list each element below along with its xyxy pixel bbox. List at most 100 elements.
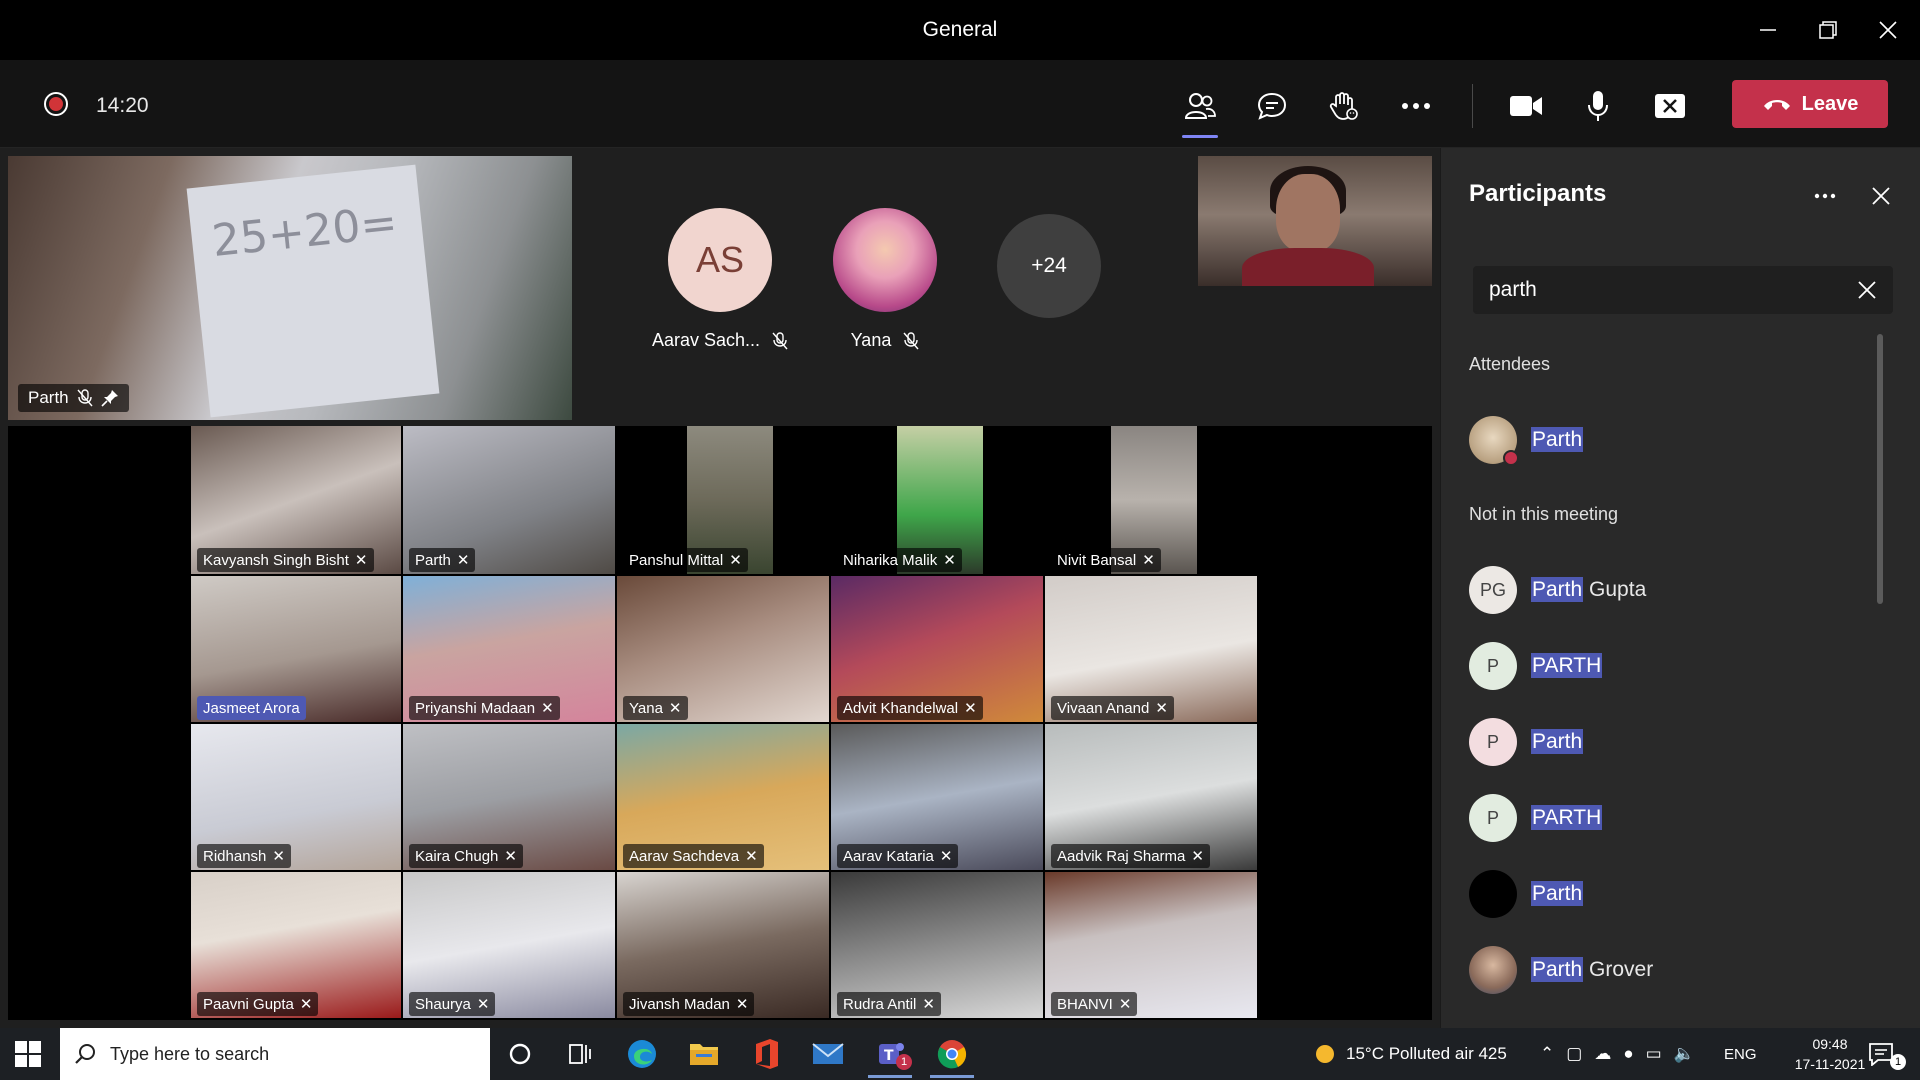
panel-more-button[interactable]: [1805, 176, 1845, 216]
taskbar-search-placeholder: Type here to search: [110, 1043, 270, 1064]
avatar-yana[interactable]: Yana: [810, 208, 960, 351]
tile-name-chip: Nivit Bansal ✕: [1051, 548, 1161, 572]
cortana-button[interactable]: [494, 1034, 546, 1074]
start-button[interactable]: [14, 1040, 42, 1068]
camera-button[interactable]: [1502, 82, 1550, 130]
tile-name-chip: Aarav Sachdeva ✕: [623, 844, 764, 868]
gallery-tile[interactable]: Kavyansh Singh Bisht ✕: [191, 426, 401, 574]
meeting-stage: 25+20= Parth AS Aarav Sach... Yana +24 K: [0, 148, 1440, 1028]
minimize-button[interactable]: [1748, 10, 1788, 50]
cloud-icon[interactable]: ☁: [1594, 1044, 1611, 1064]
folder-icon: [690, 1044, 718, 1065]
participant-search[interactable]: [1473, 266, 1893, 314]
participant-row[interactable]: P PARTH: [1469, 790, 1869, 846]
participant-search-input[interactable]: [1473, 266, 1833, 314]
self-view-video[interactable]: [1198, 156, 1432, 286]
muted-mic-icon: [903, 331, 919, 349]
leave-button[interactable]: Leave: [1732, 80, 1888, 128]
edge-app[interactable]: [616, 1034, 668, 1074]
gallery-tile[interactable]: Priyanshi Madaan ✕: [403, 576, 615, 722]
participant-row[interactable]: P PARTH: [1469, 638, 1869, 694]
people-icon: [1184, 93, 1216, 119]
chrome-app[interactable]: [926, 1034, 978, 1078]
gallery-tile[interactable]: Advit Khandelwal ✕: [831, 576, 1043, 722]
tile-name: Ridhansh: [203, 847, 267, 865]
office-app[interactable]: [740, 1034, 792, 1074]
gallery-tile[interactable]: BHANVI ✕: [1045, 872, 1257, 1018]
participant-row[interactable]: Parth: [1469, 412, 1869, 468]
reactions-button[interactable]: [1320, 82, 1368, 130]
notification-badge: 1: [1890, 1054, 1906, 1070]
muted-mic-icon: ✕: [541, 700, 554, 717]
panel-close-button[interactable]: [1861, 176, 1901, 216]
stop-share-icon: [1655, 94, 1685, 118]
gallery-tile[interactable]: Paavni Gupta ✕: [191, 872, 401, 1018]
mail-app[interactable]: [802, 1034, 854, 1074]
tile-name-chip: Ridhansh ✕: [197, 844, 291, 868]
tile-name: Vivaan Anand: [1057, 699, 1150, 717]
participant-row[interactable]: Parth Grover: [1469, 942, 1869, 998]
muted-mic-icon: ✕: [272, 848, 285, 865]
avatar-aarav[interactable]: AS Aarav Sach...: [645, 208, 795, 351]
tile-name-chip: Aarav Kataria ✕: [837, 844, 959, 868]
chat-button[interactable]: [1248, 82, 1296, 130]
gallery-tile[interactable]: Panshul Mittal ✕: [617, 426, 829, 574]
participants-button[interactable]: [1176, 82, 1224, 138]
gallery-tile[interactable]: Jasmeet Arora: [191, 576, 401, 722]
participant-name: Parth Grover: [1531, 957, 1653, 982]
tile-name-chip: Parth ✕: [409, 548, 476, 572]
gallery-tile[interactable]: Parth ✕: [403, 426, 615, 574]
language-indicator[interactable]: ENG: [1724, 1028, 1757, 1080]
avatar-name: Yana: [850, 330, 892, 350]
gallery-tile[interactable]: Kaira Chugh ✕: [403, 724, 615, 870]
minimize-icon: [1760, 29, 1776, 31]
title-bar: General: [0, 0, 1920, 60]
more-icon: [1402, 103, 1430, 109]
gallery-tile[interactable]: Yana ✕: [617, 576, 829, 722]
chevron-up-icon[interactable]: ⌃: [1540, 1044, 1554, 1064]
device-icon[interactable]: ▢: [1566, 1044, 1582, 1064]
gallery-tile[interactable]: Jivansh Madan ✕: [617, 872, 829, 1018]
microphone-button[interactable]: [1574, 82, 1622, 130]
overflow-participants[interactable]: +24: [974, 214, 1124, 318]
recording-icon: [44, 92, 68, 116]
volume-icon[interactable]: 🔈: [1674, 1044, 1695, 1064]
panel-scrollbar[interactable]: [1877, 334, 1883, 604]
more-actions-button[interactable]: [1392, 82, 1440, 130]
tile-name: Panshul Mittal: [629, 551, 724, 569]
battery-icon[interactable]: ▭: [1646, 1044, 1662, 1064]
gallery-tile[interactable]: Aadvik Raj Sharma ✕: [1045, 724, 1257, 870]
restore-button[interactable]: [1808, 10, 1848, 50]
stop-sharing-button[interactable]: [1646, 82, 1694, 130]
gallery-tile[interactable]: Vivaan Anand ✕: [1045, 576, 1257, 722]
participant-row[interactable]: P Parth: [1469, 714, 1869, 770]
mic-tray-icon[interactable]: ●: [1623, 1044, 1633, 1064]
gallery-tile[interactable]: Aarav Kataria ✕: [831, 724, 1043, 870]
tile-name-chip: Shaurya ✕: [409, 992, 496, 1016]
file-explorer-app[interactable]: [678, 1034, 730, 1074]
weather-widget[interactable]: 15°C Polluted air 425: [1314, 1028, 1507, 1080]
gallery-tile[interactable]: Shaurya ✕: [403, 872, 615, 1018]
teams-app[interactable]: T 1: [864, 1034, 916, 1078]
clear-search-button[interactable]: [1849, 272, 1885, 308]
sun-icon: [1316, 1045, 1334, 1063]
close-window-button[interactable]: [1868, 10, 1908, 50]
participant-row[interactable]: Parth: [1469, 866, 1869, 922]
notifications-button[interactable]: 1: [1868, 1028, 1906, 1080]
participant-row[interactable]: PG Parth Gupta: [1469, 562, 1869, 618]
gallery-tile[interactable]: Niharika Malik ✕: [831, 426, 1043, 574]
avatar: AS: [668, 208, 772, 312]
gallery-tile[interactable]: Rudra Antil ✕: [831, 872, 1043, 1018]
gallery-tile[interactable]: Aarav Sachdeva ✕: [617, 724, 829, 870]
pinned-video[interactable]: 25+20= Parth: [8, 156, 572, 420]
gallery-tile[interactable]: Nivit Bansal ✕: [1045, 426, 1257, 574]
chat-icon: [1257, 92, 1287, 120]
window-title: General: [922, 18, 998, 41]
participant-avatar: P: [1469, 794, 1517, 842]
tile-name: Jivansh Madan: [629, 995, 730, 1013]
tile-name-chip: Vivaan Anand ✕: [1051, 696, 1174, 720]
restore-icon: [1819, 21, 1837, 39]
task-view-button[interactable]: [554, 1034, 606, 1074]
taskbar-search[interactable]: Type here to search: [60, 1028, 490, 1080]
gallery-tile[interactable]: Ridhansh ✕: [191, 724, 401, 870]
